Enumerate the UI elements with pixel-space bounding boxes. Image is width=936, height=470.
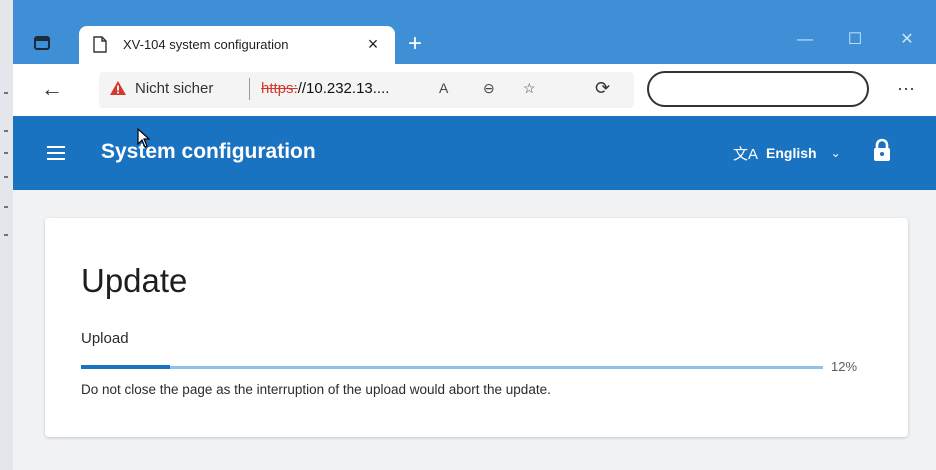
extensions-icon[interactable]: ⟳ bbox=[595, 78, 610, 99]
upload-label: Upload bbox=[81, 330, 129, 347]
translate-icon: 文A bbox=[733, 145, 759, 163]
page-title: Update bbox=[81, 262, 188, 299]
app-title: System configuration bbox=[101, 140, 316, 163]
warning-icon[interactable] bbox=[109, 80, 127, 101]
title-bar: XV-104 system configuration × + — ☐ ✕ bbox=[13, 0, 936, 64]
browser-tab[interactable]: XV-104 system configuration × bbox=[79, 26, 395, 64]
page-content: Update Upload 12% Do not close the page … bbox=[13, 190, 936, 470]
upload-progress-fill bbox=[81, 365, 171, 369]
menu-icon[interactable] bbox=[47, 146, 65, 160]
upload-progress-bar bbox=[81, 365, 823, 369]
browser-window: XV-104 system configuration × + — ☐ ✕ ← … bbox=[13, 0, 936, 470]
search-box[interactable] bbox=[647, 71, 869, 107]
favorite-icon[interactable]: ☆ bbox=[523, 80, 536, 97]
tab-title: XV-104 system configuration bbox=[123, 37, 289, 52]
mouse-cursor bbox=[137, 127, 151, 153]
language-selector[interactable]: 文A English ⌄ bbox=[733, 142, 841, 164]
address-separator bbox=[249, 78, 250, 100]
tab-actions-icon[interactable] bbox=[31, 33, 53, 53]
language-label: English bbox=[766, 145, 817, 161]
minimize-button[interactable]: — bbox=[791, 28, 819, 52]
close-window-button[interactable]: ✕ bbox=[893, 28, 921, 52]
page-icon bbox=[93, 36, 107, 58]
security-status-label[interactable]: Nicht sicher bbox=[135, 80, 213, 97]
zoom-icon[interactable]: ⊖ bbox=[483, 80, 495, 97]
maximize-button[interactable]: ☐ bbox=[841, 28, 869, 52]
back-button[interactable]: ← bbox=[37, 76, 67, 104]
more-menu-button[interactable]: ··· bbox=[891, 76, 921, 100]
app-header: System configuration 文A English ⌄ bbox=[13, 116, 936, 190]
new-tab-button[interactable]: + bbox=[403, 32, 427, 56]
browser-toolbar: ← Nicht sicher https://10.232.13.... A ⊖… bbox=[13, 64, 936, 117]
upload-notice: Do not close the page as the interruptio… bbox=[81, 382, 551, 397]
url-scheme: https: bbox=[261, 80, 298, 97]
address-bar[interactable]: Nicht sicher https://10.232.13.... A ⊖ ☆ bbox=[99, 72, 634, 108]
progress-percentage: 12% bbox=[831, 359, 858, 374]
chevron-down-icon: ⌄ bbox=[830, 146, 841, 160]
lock-icon[interactable] bbox=[873, 138, 891, 167]
url-text[interactable]: https://10.232.13.... bbox=[261, 80, 389, 97]
read-aloud-icon[interactable]: A bbox=[439, 80, 448, 96]
update-card: Update Upload 12% Do not close the page … bbox=[45, 218, 908, 437]
tab-close-button[interactable]: × bbox=[361, 32, 385, 56]
url-host: //10.232.13.... bbox=[297, 80, 390, 97]
background-window-edge bbox=[0, 0, 13, 470]
